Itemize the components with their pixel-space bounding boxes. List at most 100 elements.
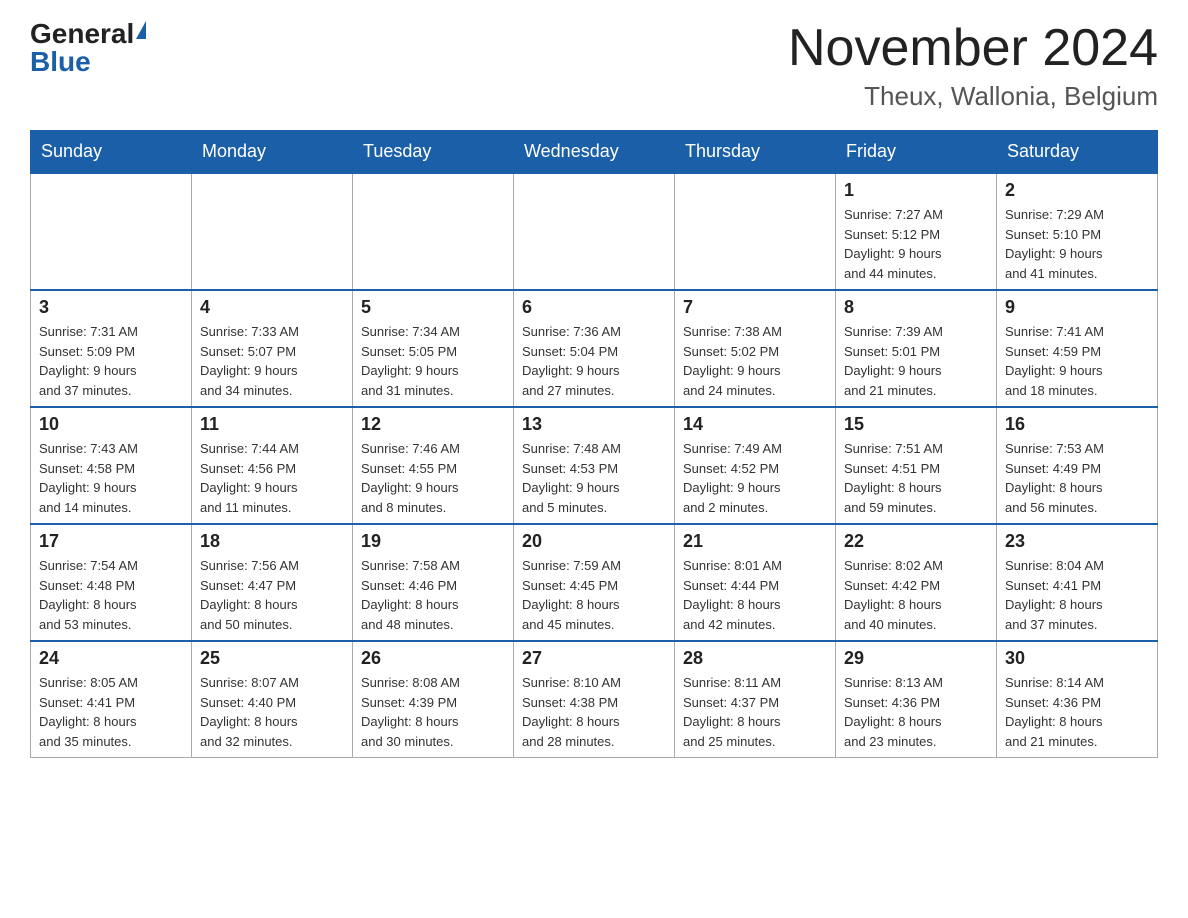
day-number: 22 [844,531,988,552]
day-info: Sunrise: 7:27 AMSunset: 5:12 PMDaylight:… [844,205,988,283]
day-info: Sunrise: 7:43 AMSunset: 4:58 PMDaylight:… [39,439,183,517]
day-number: 9 [1005,297,1149,318]
calendar-cell-w5d6: 30Sunrise: 8:14 AMSunset: 4:36 PMDayligh… [997,641,1158,758]
day-number: 11 [200,414,344,435]
calendar-cell-w5d4: 28 Sunrise: 8:11 AMSunset: 4:37 PMDayligh… [675,641,836,758]
day-info: Sunrise: 7:44 AMSunset: 4:56 PMDaylight:… [200,439,344,517]
day-number: 20 [522,531,666,552]
day-number: 17 [39,531,183,552]
day-number: 21 [683,531,827,552]
calendar-subtitle: Theux, Wallonia, Belgium [788,81,1158,112]
calendar-cell-w1d6: 2Sunrise: 7:29 AMSunset: 5:10 PMDaylight… [997,173,1158,290]
calendar-cell-w5d5: 29Sunrise: 8:13 AMSunset: 4:36 PMDayligh… [836,641,997,758]
title-block: November 2024 Theux, Wallonia, Belgium [788,20,1158,112]
header-thursday: Thursday [675,131,836,174]
header-wednesday: Wednesday [514,131,675,174]
day-info: Sunrise: 7:46 AMSunset: 4:55 PMDaylight:… [361,439,505,517]
day-info: Sunrise: 8:10 AMSunset: 4:38 PMDaylight:… [522,673,666,751]
day-info: Sunrise: 8:01 AMSunset: 4:44 PMDaylight:… [683,556,827,634]
day-info: Sunrise: 7:48 AMSunset: 4:53 PMDaylight:… [522,439,666,517]
week-row-5: 24 Sunrise: 8:05 AMSunset: 4:41 PMDayligh… [31,641,1158,758]
logo-triangle-icon [136,21,146,39]
calendar-cell-w3d2: 12 Sunrise: 7:46 AMSunset: 4:55 PMDayligh… [353,407,514,524]
calendar-cell-w4d6: 23Sunrise: 8:04 AMSunset: 4:41 PMDayligh… [997,524,1158,641]
day-info: Sunrise: 8:13 AMSunset: 4:36 PMDaylight:… [844,673,988,751]
day-info: Sunrise: 7:59 AMSunset: 4:45 PMDaylight:… [522,556,666,634]
week-row-4: 17 Sunrise: 7:54 AMSunset: 4:48 PMDayligh… [31,524,1158,641]
day-number: 6 [522,297,666,318]
day-number: 10 [39,414,183,435]
calendar-cell-w3d5: 15Sunrise: 7:51 AMSunset: 4:51 PMDayligh… [836,407,997,524]
week-row-3: 10 Sunrise: 7:43 AMSunset: 4:58 PMDayligh… [31,407,1158,524]
calendar-cell-w3d1: 11 Sunrise: 7:44 AMSunset: 4:56 PMDayligh… [192,407,353,524]
day-info: Sunrise: 7:41 AMSunset: 4:59 PMDaylight:… [1005,322,1149,400]
page-header: General Blue November 2024 Theux, Wallon… [30,20,1158,112]
week-row-1: 1 Sunrise: 7:27 AMSunset: 5:12 PMDaylight… [31,173,1158,290]
calendar-cell-w5d3: 27 Sunrise: 8:10 AMSunset: 4:38 PMDayligh… [514,641,675,758]
logo: General Blue [30,20,146,76]
day-info: Sunrise: 8:07 AMSunset: 4:40 PMDaylight:… [200,673,344,751]
calendar-cell-w1d4 [675,173,836,290]
calendar-cell-w2d1: 4 Sunrise: 7:33 AMSunset: 5:07 PMDaylight… [192,290,353,407]
calendar-cell-w4d5: 22 Sunrise: 8:02 AMSunset: 4:42 PMDayligh… [836,524,997,641]
day-number: 4 [200,297,344,318]
day-number: 25 [200,648,344,669]
day-info: Sunrise: 7:53 AMSunset: 4:49 PMDaylight:… [1005,439,1149,517]
day-number: 24 [39,648,183,669]
header-saturday: Saturday [997,131,1158,174]
calendar-cell-w4d3: 20 Sunrise: 7:59 AMSunset: 4:45 PMDayligh… [514,524,675,641]
day-info: Sunrise: 8:11 AMSunset: 4:37 PMDaylight:… [683,673,827,751]
day-info: Sunrise: 7:58 AMSunset: 4:46 PMDaylight:… [361,556,505,634]
logo-general-text: General [30,20,134,48]
calendar-cell-w5d2: 26Sunrise: 8:08 AMSunset: 4:39 PMDayligh… [353,641,514,758]
calendar-cell-w2d6: 9 Sunrise: 7:41 AMSunset: 4:59 PMDaylight… [997,290,1158,407]
header-sunday: Sunday [31,131,192,174]
day-number: 7 [683,297,827,318]
day-info: Sunrise: 8:02 AMSunset: 4:42 PMDaylight:… [844,556,988,634]
day-number: 27 [522,648,666,669]
calendar-cell-w3d0: 10 Sunrise: 7:43 AMSunset: 4:58 PMDayligh… [31,407,192,524]
calendar-cell-w5d0: 24 Sunrise: 8:05 AMSunset: 4:41 PMDayligh… [31,641,192,758]
day-number: 14 [683,414,827,435]
day-info: Sunrise: 7:33 AMSunset: 5:07 PMDaylight:… [200,322,344,400]
day-number: 28 [683,648,827,669]
calendar-cell-w3d3: 13 Sunrise: 7:48 AMSunset: 4:53 PMDayligh… [514,407,675,524]
day-number: 19 [361,531,505,552]
calendar-cell-w2d2: 5Sunrise: 7:34 AMSunset: 5:05 PMDaylight… [353,290,514,407]
day-number: 23 [1005,531,1149,552]
calendar-cell-w1d2 [353,173,514,290]
calendar-cell-w2d4: 7 Sunrise: 7:38 AMSunset: 5:02 PMDaylight… [675,290,836,407]
calendar-cell-w2d5: 8Sunrise: 7:39 AMSunset: 5:01 PMDaylight… [836,290,997,407]
logo-blue-text: Blue [30,48,91,76]
calendar-cell-w4d0: 17 Sunrise: 7:54 AMSunset: 4:48 PMDayligh… [31,524,192,641]
calendar-cell-w1d0 [31,173,192,290]
calendar-cell-w1d5: 1 Sunrise: 7:27 AMSunset: 5:12 PMDaylight… [836,173,997,290]
calendar-header-row: Sunday Monday Tuesday Wednesday Thursday… [31,131,1158,174]
day-info: Sunrise: 7:54 AMSunset: 4:48 PMDaylight:… [39,556,183,634]
day-info: Sunrise: 7:31 AMSunset: 5:09 PMDaylight:… [39,322,183,400]
day-info: Sunrise: 8:05 AMSunset: 4:41 PMDaylight:… [39,673,183,751]
calendar-title: November 2024 [788,20,1158,77]
day-number: 15 [844,414,988,435]
calendar-cell-w5d1: 25 Sunrise: 8:07 AMSunset: 4:40 PMDayligh… [192,641,353,758]
calendar-table: Sunday Monday Tuesday Wednesday Thursday… [30,130,1158,758]
day-info: Sunrise: 7:29 AMSunset: 5:10 PMDaylight:… [1005,205,1149,283]
calendar-cell-w3d4: 14 Sunrise: 7:49 AMSunset: 4:52 PMDayligh… [675,407,836,524]
header-tuesday: Tuesday [353,131,514,174]
day-number: 26 [361,648,505,669]
calendar-cell-w2d3: 6Sunrise: 7:36 AMSunset: 5:04 PMDaylight… [514,290,675,407]
day-number: 16 [1005,414,1149,435]
day-info: Sunrise: 8:14 AMSunset: 4:36 PMDaylight:… [1005,673,1149,751]
day-info: Sunrise: 7:39 AMSunset: 5:01 PMDaylight:… [844,322,988,400]
day-number: 18 [200,531,344,552]
week-row-2: 3Sunrise: 7:31 AMSunset: 5:09 PMDaylight… [31,290,1158,407]
day-number: 5 [361,297,505,318]
day-number: 13 [522,414,666,435]
calendar-cell-w4d2: 19 Sunrise: 7:58 AMSunset: 4:46 PMDayligh… [353,524,514,641]
day-info: Sunrise: 7:38 AMSunset: 5:02 PMDaylight:… [683,322,827,400]
day-number: 1 [844,180,988,201]
day-number: 12 [361,414,505,435]
calendar-cell-w3d6: 16 Sunrise: 7:53 AMSunset: 4:49 PMDayligh… [997,407,1158,524]
calendar-cell-w4d4: 21 Sunrise: 8:01 AMSunset: 4:44 PMDayligh… [675,524,836,641]
day-info: Sunrise: 7:49 AMSunset: 4:52 PMDaylight:… [683,439,827,517]
